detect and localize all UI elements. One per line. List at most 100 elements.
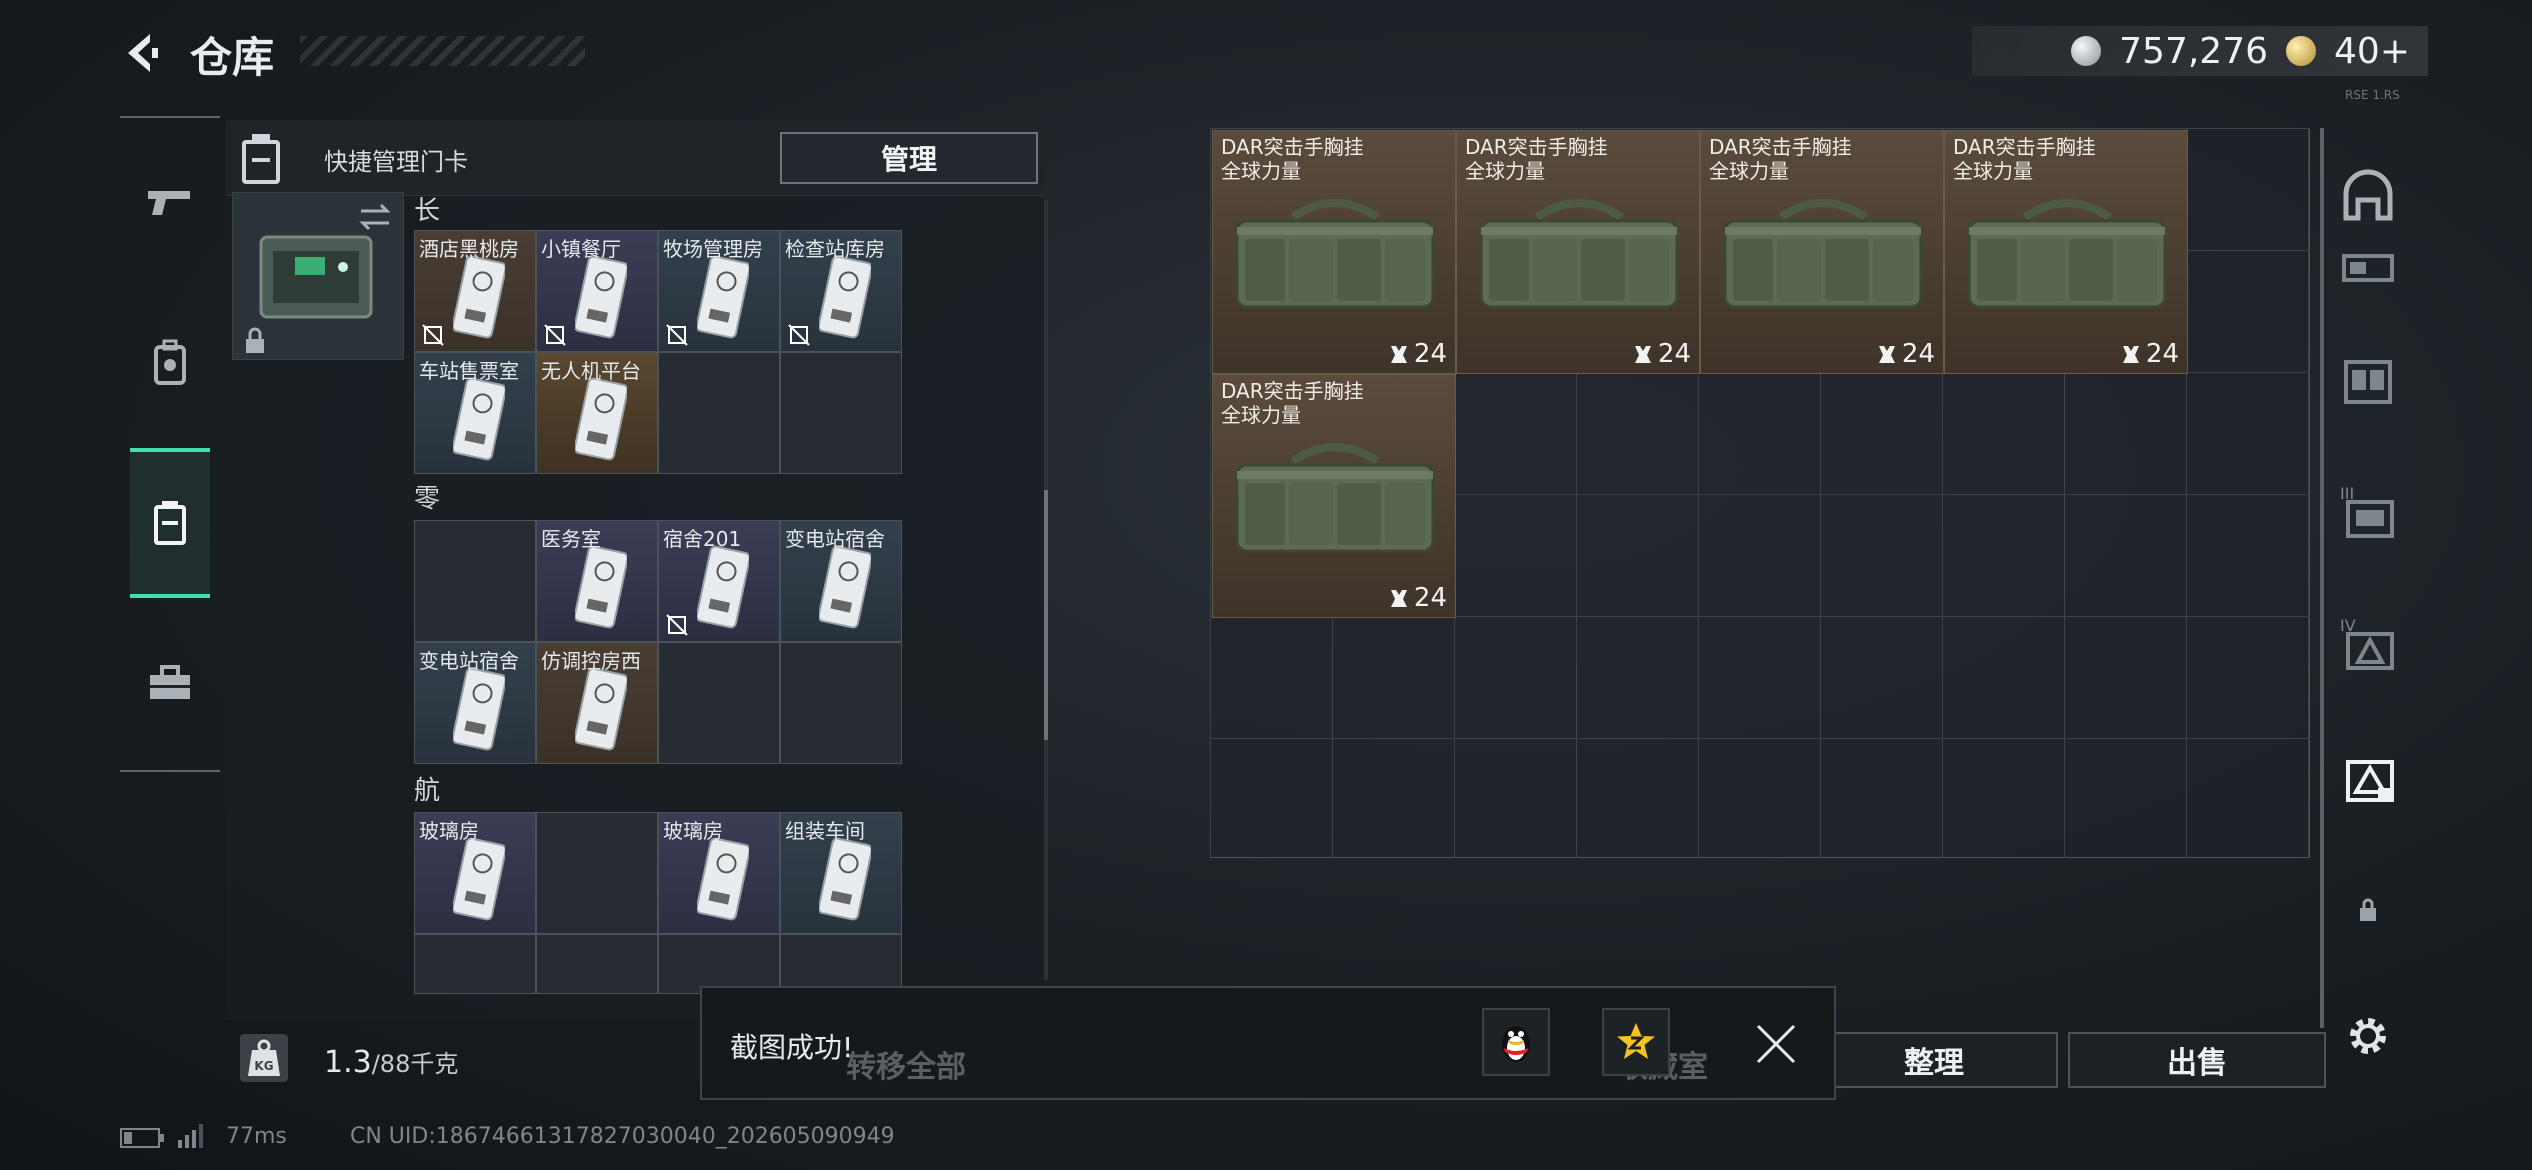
svg-text:KG: KG [254,1059,273,1073]
keycard-case-slot[interactable] [232,192,404,360]
item-name-line2: 全球力量 [1221,403,1301,427]
gear-icon [2350,1018,2386,1054]
weight-max: /88千克 [371,1050,459,1078]
keycard-slot[interactable]: 酒店黑桃房 [414,230,536,352]
keycard-slot-empty[interactable] [780,934,902,994]
keycard-label: 医务室 [541,527,601,551]
capacity-value: 24 [2145,339,2179,369]
keycard-icon [575,545,627,629]
keycard-icon [575,255,627,339]
keycard-slot[interactable] [414,520,536,642]
keycard-slot-empty[interactable] [658,642,780,764]
weight-value: 1.3 [324,1045,372,1080]
storage-item[interactable]: DAR突击手胸挂 全球力量 24 [1212,130,1456,374]
share-qq-button[interactable] [1482,1008,1550,1076]
item-name-line1: DAR突击手胸挂 [1465,135,1608,159]
back-button[interactable] [118,28,168,78]
keycard-slot[interactable]: 组装车间 [780,812,902,934]
gold-coin-icon [2286,36,2317,66]
keycard-slot[interactable]: 宿舍201 [658,520,780,642]
uid-readout: CN UID:18674661317827030040_202605090949 [350,1124,895,1149]
keycard-slot[interactable]: 车站售票室 [414,352,536,474]
keycard-slot[interactable]: 变电站宿舍 [780,520,902,642]
storage-item[interactable]: DAR突击手胸挂 全球力量 24 [1212,374,1456,618]
item-name: DAR突击手胸挂 全球力量 [1221,379,1364,427]
chest-rig-icon [1723,199,1923,309]
manage-button[interactable]: 管理 [780,132,1038,184]
keycard-slot[interactable]: 变电站宿舍 [414,642,536,764]
toolbox-icon [150,665,190,699]
keycard-slot[interactable]: 检查站库房 [780,230,902,352]
keycard-slot[interactable] [536,812,658,934]
backpack-icon [154,339,186,385]
keycard-slot[interactable]: 无人机平台 [536,352,658,474]
storage-item[interactable]: DAR突击手胸挂 全球力量 24 [1944,130,2188,374]
shelf-icon [2342,254,2394,282]
rail-shelf-2[interactable] [2336,350,2400,414]
capacity-value: 24 [1657,339,1691,369]
keycard-slot-empty[interactable] [536,934,658,994]
rail-tier-3[interactable]: III [2336,484,2400,548]
keycard-icon [575,667,627,751]
keycard-icon [819,545,871,629]
share-qzone-button[interactable] [1602,1008,1670,1076]
keycard-icon [453,255,505,339]
page-title: 仓库 [190,33,275,82]
nav-tools[interactable] [130,608,210,758]
keycard-slot[interactable]: 仿调控房西 [536,642,658,764]
signal-icon [178,1124,203,1148]
keycard-case-icon [154,501,186,545]
item-name-line2: 全球力量 [1465,159,1545,183]
transfer-all-button[interactable]: 转移全部 [846,1042,966,1086]
keycard-slot-empty[interactable] [414,934,536,994]
settings-button[interactable] [2336,1004,2400,1068]
lock-icon [246,327,264,353]
chest-rig-icon [1235,199,1435,309]
storage-tier-icon [2346,760,2394,802]
keycard-slot[interactable]: 小镇餐厅 [536,230,658,352]
capacity-value: 24 [1901,339,1935,369]
swap-icon[interactable] [357,199,393,235]
keycard-label: 牧场管理房 [663,237,763,261]
sell-button[interactable]: 出售 [2068,1032,2326,1088]
right-rail [2320,128,2324,1028]
battery-icon [120,1128,164,1148]
card-list-scroll-thumb[interactable] [1044,490,1048,740]
storage-item[interactable]: DAR突击手胸挂 全球力量 24 [1700,130,1944,374]
nav-gear[interactable] [130,288,210,438]
tier-3-label: III [2340,484,2355,503]
keycard-slot[interactable]: 玻璃房 [414,812,536,934]
nav-weapons[interactable] [130,128,210,278]
keycard-slot[interactable]: 医务室 [536,520,658,642]
rail-tier-4[interactable]: IV [2336,616,2400,680]
item-capacity: 24 [1388,339,1447,369]
keycard-slot-empty[interactable] [658,934,780,994]
keycard-slot-empty[interactable] [658,352,780,474]
weight-readout: 1.3/88千克 [324,1044,458,1080]
bunker-icon [2343,169,2393,221]
silver-amount: 757,276 [2119,30,2269,72]
keycard-label: 玻璃房 [663,819,723,843]
rail-tier-5-active[interactable] [2336,746,2400,810]
nav-keycards[interactable] [130,448,210,598]
untradeable-icon [422,324,444,346]
keycard-icon [575,377,627,461]
ping-readout: 77ms [226,1124,287,1149]
keycard-slot-empty[interactable] [780,642,902,764]
version-code: RSE 1.RS [2345,88,2400,102]
close-icon[interactable] [1750,1018,1802,1070]
keycard-slot[interactable]: 玻璃房 [658,812,780,934]
untradeable-icon [666,614,688,636]
keycard-slot-empty[interactable] [780,352,902,474]
left-nav [120,116,220,772]
gold-amount[interactable]: 40+ [2334,31,2410,72]
keycard-slot[interactable]: 牧场管理房 [658,230,780,352]
chest-rig-icon [1479,199,1679,309]
storage-item[interactable]: DAR突击手胸挂 全球力量 24 [1456,130,1700,374]
rail-shelf-1[interactable] [2336,236,2400,300]
keycard-label: 组装车间 [785,819,865,843]
rail-home[interactable] [2336,164,2400,228]
item-capacity: 24 [1388,583,1447,613]
capacity-icon [1390,590,1407,607]
organize-button[interactable]: 整理 [1810,1032,2058,1088]
